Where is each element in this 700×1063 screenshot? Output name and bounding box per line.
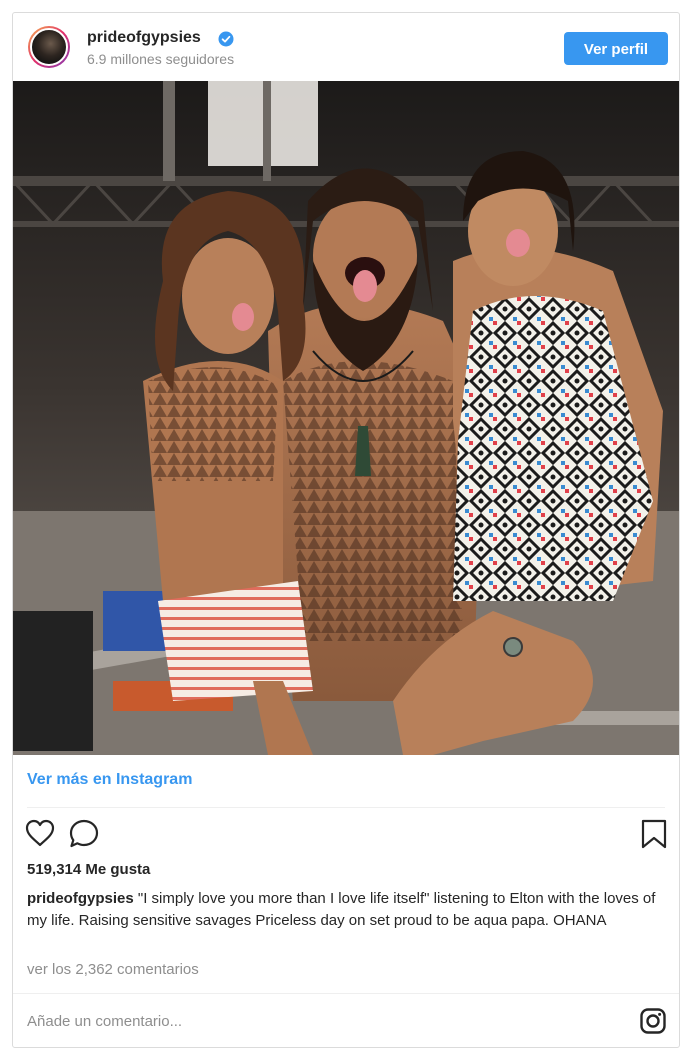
followers-count: 6.9 millones seguidores	[87, 51, 235, 67]
view-profile-button[interactable]: Ver perfil	[564, 32, 668, 65]
avatar[interactable]	[28, 26, 70, 68]
bookmark-icon[interactable]	[641, 819, 667, 849]
comment-icon[interactable]	[69, 819, 99, 848]
add-comment-input[interactable]	[27, 1009, 627, 1033]
view-comments-link[interactable]: ver los 2,362 comentarios	[27, 961, 199, 978]
instagram-icon[interactable]	[640, 1008, 666, 1034]
photo-illustration	[13, 81, 679, 755]
post-photo[interactable]	[13, 81, 679, 755]
view-more-on-instagram-link[interactable]: Ver más en Instagram	[27, 771, 192, 789]
post-caption: prideofgypsies "I simply love you more t…	[27, 888, 667, 932]
instagram-embed: prideofgypsies 6.9 millones seguidores V…	[12, 12, 680, 1048]
likes-count[interactable]: 519,314 Me gusta	[27, 861, 150, 878]
divider	[27, 807, 665, 808]
post-header: prideofgypsies 6.9 millones seguidores V…	[13, 13, 679, 81]
divider	[13, 993, 679, 994]
caption-username[interactable]: prideofgypsies	[27, 890, 134, 907]
verified-badge-icon	[218, 31, 234, 47]
heart-icon[interactable]	[25, 819, 55, 847]
username[interactable]: prideofgypsies	[87, 29, 201, 47]
